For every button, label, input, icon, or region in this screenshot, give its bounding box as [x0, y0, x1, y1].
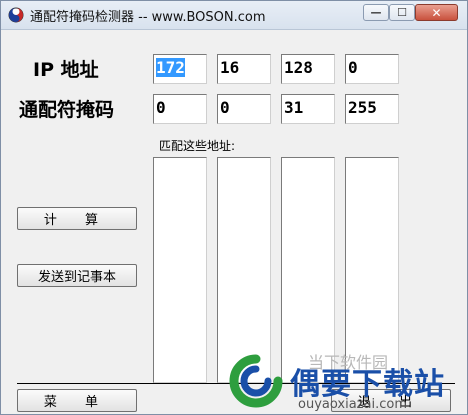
- watermark-url: ouyaoxiazai.com: [298, 397, 407, 412]
- ip-address-label: IP 地址: [33, 59, 99, 81]
- ip-octet-1-input[interactable]: 172: [153, 54, 207, 84]
- mask-octet-3-input[interactable]: 31: [281, 94, 335, 124]
- maximize-icon: ☐: [397, 6, 407, 19]
- match-list-octet-2[interactable]: [217, 157, 271, 383]
- ip-octet-4-input[interactable]: 0: [345, 54, 399, 84]
- app-window: 通配符掩码检测器 -- www.BOSON.com — ☐ ✕ IP 地址 通配…: [0, 0, 468, 415]
- close-icon: ✕: [431, 5, 442, 20]
- match-list-octet-1[interactable]: [153, 157, 207, 383]
- menu-button[interactable]: 菜 单: [17, 389, 137, 412]
- app-icon: [8, 7, 24, 23]
- mask-octet-1-input[interactable]: 0: [153, 94, 207, 124]
- match-addresses-caption: 匹配这些地址:: [159, 139, 236, 153]
- calculate-button[interactable]: 计 算: [17, 207, 137, 230]
- mask-octet-4-input[interactable]: 255: [345, 94, 399, 124]
- title-bar[interactable]: 通配符掩码检测器 -- www.BOSON.com — ☐ ✕: [1, 1, 467, 30]
- minimize-button[interactable]: —: [363, 4, 389, 21]
- watermark: 当下软件园 偶要下载站 ouyaoxiazai.com: [226, 351, 466, 415]
- watermark-logo-icon: [229, 354, 283, 408]
- ip-octet-1-selection: 172: [156, 58, 185, 77]
- window-title: 通配符掩码检测器 -- www.BOSON.com: [30, 10, 266, 25]
- maximize-button[interactable]: ☐: [389, 4, 415, 21]
- close-button[interactable]: ✕: [415, 4, 458, 21]
- ip-octet-3-input[interactable]: 128: [281, 54, 335, 84]
- ip-octet-2-input[interactable]: 16: [217, 54, 271, 84]
- mask-octet-2-input[interactable]: 0: [217, 94, 271, 124]
- send-to-notepad-button[interactable]: 发送到记事本: [17, 264, 137, 287]
- wildcard-mask-label: 通配符掩码: [19, 99, 115, 121]
- minimize-icon: —: [370, 6, 382, 19]
